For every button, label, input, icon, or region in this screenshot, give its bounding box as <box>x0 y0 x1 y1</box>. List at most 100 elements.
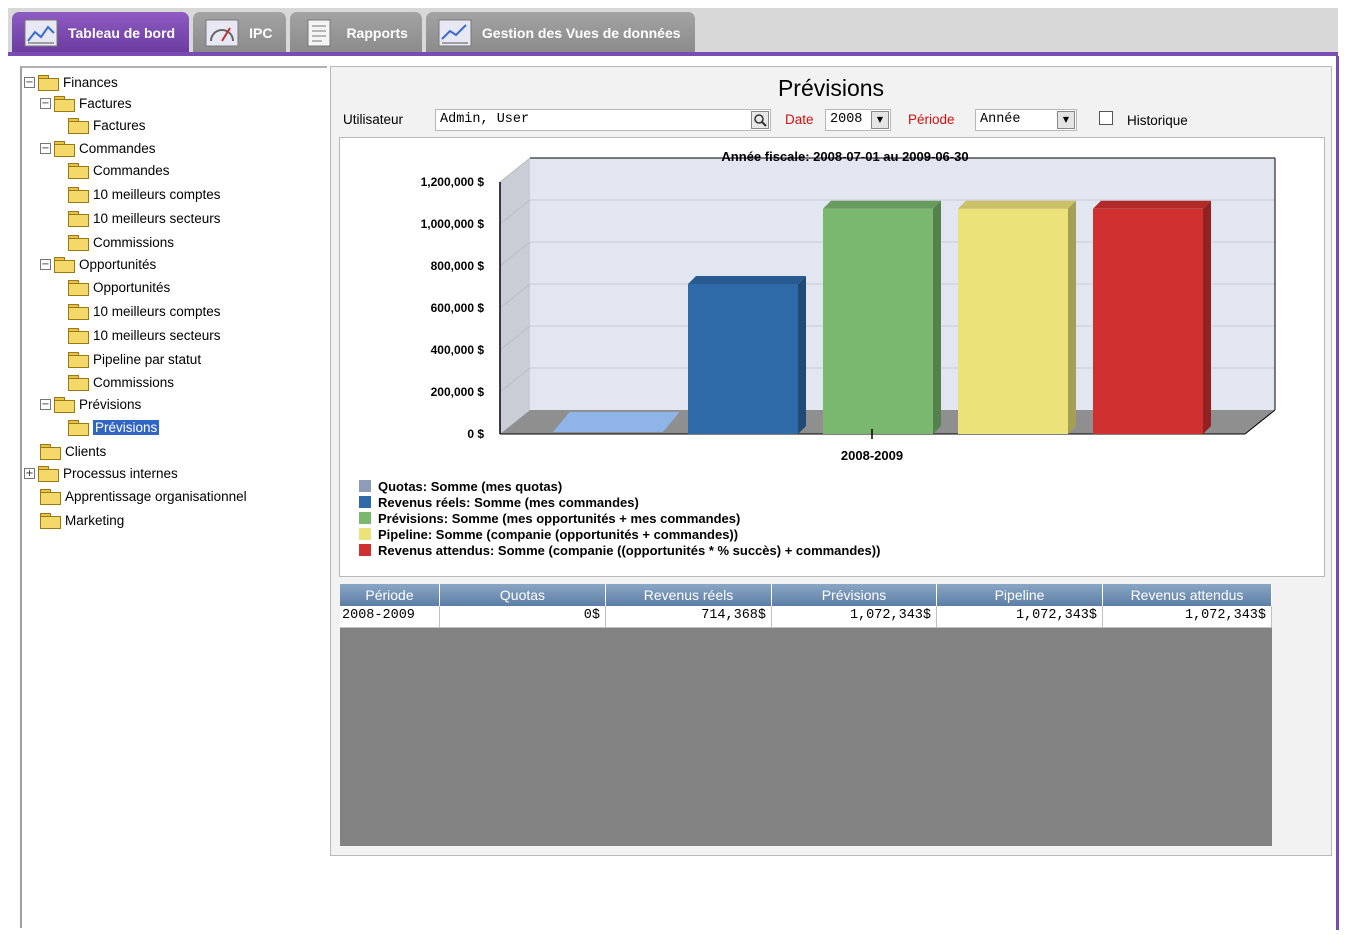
tree-item[interactable]: Clients <box>24 441 106 461</box>
legend-swatch <box>359 544 371 556</box>
tree-item[interactable]: − Commandes <box>40 138 156 158</box>
folder-icon <box>38 466 59 482</box>
tree-item[interactable]: Pipeline par statut <box>68 349 201 369</box>
x-tick-label: 2008-2009 <box>841 448 903 463</box>
column-header[interactable]: Période <box>340 584 440 606</box>
bar-side <box>933 200 941 434</box>
chevron-down-icon[interactable]: ▼ <box>1057 111 1075 129</box>
tree-item[interactable]: Apprentissage organisationnel <box>24 486 247 506</box>
tree-item-label: Commissions <box>93 374 175 390</box>
user-field[interactable]: Admin, User <box>435 109 771 131</box>
user-label: Utilisateur <box>343 112 404 127</box>
folder-icon <box>68 118 89 134</box>
tree-item[interactable]: 10 meilleurs comptes <box>68 184 221 204</box>
dashboard-chart-icon <box>24 19 58 47</box>
y-tick-label: 800,000 $ <box>431 259 485 273</box>
tree-item[interactable]: 10 meilleurs comptes <box>68 301 221 321</box>
expand-icon[interactable]: + <box>24 467 35 479</box>
table-row: 2008-2009 0$ 714,368$ 1,072,343$ 1,072,343$ 1… <box>340 606 1272 628</box>
tree-item-label: 10 meilleurs secteurs <box>93 210 221 226</box>
collapse-icon[interactable]: − <box>40 398 51 410</box>
tab-label: IPC <box>249 25 273 41</box>
tree-item[interactable]: Commissions <box>68 232 174 252</box>
folder-icon <box>38 75 59 91</box>
collapse-icon[interactable]: − <box>40 258 51 270</box>
tree-item[interactable]: Prévisions <box>68 417 160 437</box>
tree-item-label: Marketing <box>65 512 125 528</box>
y-tick-label: 1,000,000 $ <box>421 217 485 231</box>
date-select[interactable]: 2008 ▼ <box>825 109 891 131</box>
tab-gestion-des-vues[interactable]: Gestion des Vues de données <box>425 12 695 54</box>
folder-icon <box>40 513 61 529</box>
tree-item[interactable]: 10 meilleurs secteurs <box>68 325 221 345</box>
search-icon <box>754 114 767 127</box>
y-tick-label: 200,000 $ <box>431 385 485 399</box>
folder-icon <box>54 257 75 273</box>
tree-item[interactable]: − Finances <box>24 72 118 92</box>
tab-tableau-de-bord[interactable]: Tableau de bord <box>12 12 190 54</box>
folder-icon <box>54 141 75 157</box>
period-select[interactable]: Année ▼ <box>975 109 1077 131</box>
report-document-icon <box>307 19 331 47</box>
folder-icon <box>68 328 89 344</box>
tab-ipc[interactable]: IPC <box>193 12 287 54</box>
column-header[interactable]: Quotas <box>440 584 606 606</box>
tree-item-label: 10 meilleurs comptes <box>93 303 221 319</box>
table-cell: 1,072,343$ <box>772 606 937 628</box>
folder-icon <box>68 304 89 320</box>
column-header[interactable]: Pipeline <box>937 584 1103 606</box>
tree-item-label: Commandes <box>79 140 156 156</box>
folder-icon <box>54 397 75 413</box>
tree-item[interactable]: Commandes <box>68 160 170 180</box>
chart-panel: 0 $ 200,000 $ 400,000 $ 600,000 $ 800,000 $ 1… <box>339 137 1325 577</box>
kpi-gauge-icon <box>205 19 239 47</box>
history-checkbox[interactable] <box>1099 111 1113 125</box>
folder-icon <box>68 352 89 368</box>
window-right-border <box>1336 56 1339 930</box>
table-cell: 1,072,343$ <box>1103 606 1272 628</box>
tree-item[interactable]: − Prévisions <box>40 394 141 414</box>
tree-item[interactable]: 10 meilleurs secteurs <box>68 208 221 228</box>
y-tick-label: 400,000 $ <box>431 343 485 357</box>
table-cell: 2008-2009 <box>340 606 440 628</box>
collapse-icon[interactable]: − <box>24 76 35 88</box>
tree-item-label: Commissions <box>93 234 175 250</box>
bar <box>958 208 1068 434</box>
column-header[interactable]: Prévisions <box>772 584 937 606</box>
chevron-down-icon[interactable]: ▼ <box>871 111 889 129</box>
legend-swatch <box>359 480 371 492</box>
column-header[interactable]: Revenus attendus <box>1103 584 1272 606</box>
tab-rapports[interactable]: Rapports <box>290 12 422 54</box>
tree-item-label: Prévisions <box>79 396 142 412</box>
y-tick-label: 0 $ <box>467 427 484 441</box>
tab-label: Tableau de bord <box>68 25 176 41</box>
legend-label: Revenus réels: Somme (mes commandes) <box>378 495 639 510</box>
tree-item-label: 10 meilleurs secteurs <box>93 327 221 343</box>
folder-icon <box>68 235 89 251</box>
legend-swatch <box>359 512 371 524</box>
date-value: 2008 <box>830 112 863 127</box>
tree-item[interactable]: Factures <box>68 115 146 135</box>
tree-item-label: Pipeline par statut <box>93 351 202 367</box>
legend-label: Prévisions: Somme (mes opportunités + me… <box>378 511 740 526</box>
tree-item-label: Processus internes <box>63 465 178 481</box>
tree-item[interactable]: + Processus internes <box>24 463 178 483</box>
user-search-button[interactable] <box>751 111 769 129</box>
tab-label: Gestion des Vues de données <box>481 25 681 41</box>
folder-icon <box>68 211 89 227</box>
data-views-chart-icon <box>438 19 472 47</box>
tree-item[interactable]: − Opportunités <box>40 254 156 274</box>
folder-icon <box>40 444 61 460</box>
tree-item[interactable]: Commissions <box>68 372 174 392</box>
forecast-chart: 0 $ 200,000 $ 400,000 $ 600,000 $ 800,000 $ 1… <box>359 149 1276 558</box>
tree-item[interactable]: Opportunités <box>68 277 170 297</box>
column-header[interactable]: Revenus réels <box>606 584 772 606</box>
tree-item[interactable]: − Factures <box>40 93 132 113</box>
bar-top <box>823 200 941 209</box>
tree-item[interactable]: Marketing <box>24 510 124 530</box>
period-label: Période <box>908 112 955 127</box>
folder-icon <box>68 375 89 391</box>
legend-swatch <box>359 496 371 508</box>
collapse-icon[interactable]: − <box>40 97 51 109</box>
collapse-icon[interactable]: − <box>40 142 51 154</box>
